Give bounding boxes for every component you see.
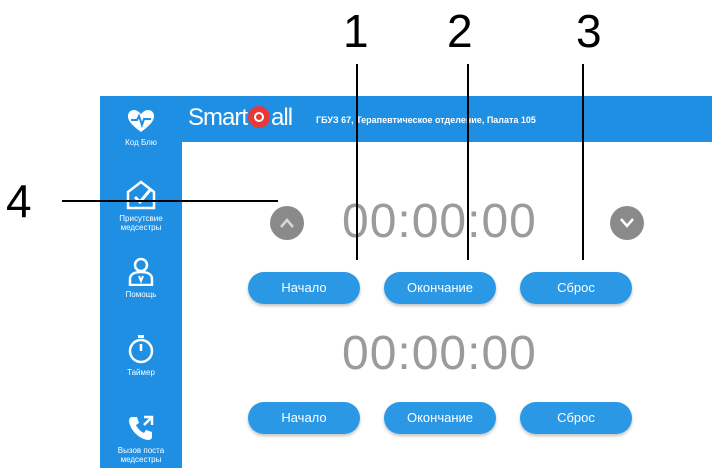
sidebar: Код Блю Присутсвие медсестры Помощь Тайм…: [100, 96, 182, 468]
sidebar-item-call-nurse[interactable]: Вызов поста медсестры: [100, 414, 182, 464]
sidebar-item-label: Помощь: [125, 290, 157, 299]
start-button-2[interactable]: Начало: [248, 402, 360, 434]
chevron-down-icon: [620, 218, 634, 228]
doctor-help-icon: [128, 257, 154, 286]
callout-line-4: [62, 200, 278, 202]
ward-subtitle: ГБУЗ 67, Терапевтическое отделение, Пала…: [316, 115, 536, 125]
sidebar-item-label: Вызов поста медсестры: [117, 446, 165, 464]
reset-button-1[interactable]: Сброс: [520, 272, 632, 304]
sidebar-item-label: Код Блю: [125, 138, 157, 147]
timer-panel: 00:00:00 Начало Окончание Сброс 00:00:00…: [190, 142, 712, 468]
phone-call-icon: [129, 415, 154, 440]
sidebar-item-label: Присутсвие медсестры: [119, 214, 163, 232]
sidebar-item-help[interactable]: Помощь: [100, 256, 182, 299]
timer-display-2: 00:00:00: [342, 327, 537, 380]
stop-button-1[interactable]: Окончание: [384, 272, 496, 304]
sidebar-item-timer[interactable]: Таймер: [100, 334, 182, 377]
nurse-presence-icon: [126, 180, 156, 210]
expand-up-button[interactable]: [270, 206, 304, 240]
stop-button-2[interactable]: Окончание: [384, 402, 496, 434]
expand-down-button[interactable]: [610, 206, 644, 240]
heart-pulse-icon: [128, 110, 154, 132]
sidebar-item-nurse-presence[interactable]: Присутсвие медсестры: [100, 180, 182, 232]
callout-line-1: [356, 64, 358, 260]
callout-line-2: [467, 64, 469, 260]
stopwatch-icon: [128, 335, 154, 364]
logo-c-icon: [248, 105, 271, 128]
logo-text-right: all: [271, 104, 293, 131]
callout-number-1: 1: [343, 5, 369, 57]
callout-number-4: 4: [6, 175, 32, 227]
callout-number-3: 3: [576, 5, 602, 57]
timer-display-1: 00:00:00: [342, 195, 537, 248]
logo-text-left: Smart: [188, 104, 248, 131]
smartcall-app: Код Блю Присутсвие медсестры Помощь Тайм…: [100, 96, 712, 468]
callout-number-2: 2: [447, 5, 473, 57]
sidebar-item-code-blue[interactable]: Код Блю: [100, 108, 182, 147]
sidebar-item-label: Таймер: [127, 368, 155, 377]
smartcall-logo: Smart all: [188, 104, 293, 132]
reset-button-2[interactable]: Сброс: [520, 402, 632, 434]
start-button-1[interactable]: Начало: [248, 272, 360, 304]
callout-line-3: [582, 64, 584, 260]
chevron-up-icon: [280, 218, 294, 228]
